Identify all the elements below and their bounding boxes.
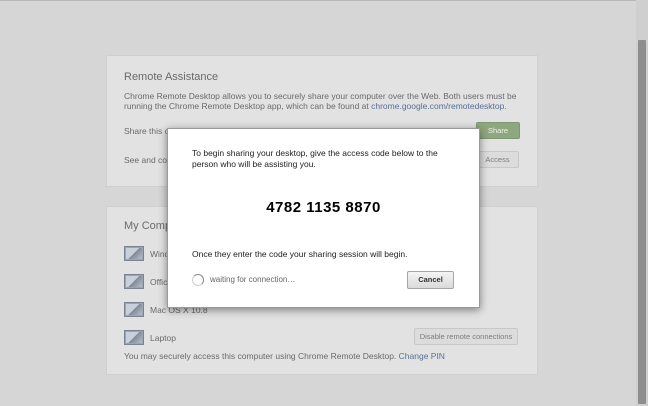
- waiting-status: waiting for connection…: [210, 275, 296, 284]
- computer-icon: [124, 302, 144, 317]
- spinner-icon: [192, 274, 204, 286]
- footer-text: You may securely access this computer us…: [124, 351, 399, 361]
- share-button[interactable]: Share: [476, 122, 520, 139]
- scrollbar-thumb[interactable]: [638, 40, 646, 404]
- page-top-border: [0, 0, 648, 1]
- access-code: 4782 1135 8870: [266, 199, 381, 216]
- my-computers-footer: You may securely access this computer us…: [124, 351, 445, 361]
- dialog-after-text: Once they enter the code your sharing se…: [192, 249, 408, 259]
- remote-assistance-description-line1: Chrome Remote Desktop allows you to secu…: [124, 91, 517, 101]
- cancel-button[interactable]: Cancel: [407, 271, 454, 289]
- remote-assistance-title: Remote Assistance: [124, 71, 219, 83]
- disable-remote-connections-button[interactable]: Disable remote connections: [414, 328, 518, 345]
- computer-item-label[interactable]: Laptop: [150, 333, 176, 343]
- access-button[interactable]: Access: [476, 151, 519, 168]
- description-line2-suffix: .: [504, 101, 507, 111]
- remotedesktop-link[interactable]: chrome.google.com/remotedesktop: [371, 101, 504, 111]
- computer-icon: [124, 274, 144, 289]
- description-line2-prefix: running the Chrome Remote Desktop app, w…: [124, 101, 372, 111]
- remote-assistance-description-line2: running the Chrome Remote Desktop app, w…: [124, 101, 507, 111]
- change-pin-link[interactable]: Change PIN: [399, 351, 445, 361]
- computer-icon: [124, 330, 144, 345]
- share-dialog: To begin sharing your desktop, give the …: [167, 128, 480, 308]
- computer-icon: [124, 246, 144, 261]
- dialog-instruction: To begin sharing your desktop, give the …: [192, 148, 438, 169]
